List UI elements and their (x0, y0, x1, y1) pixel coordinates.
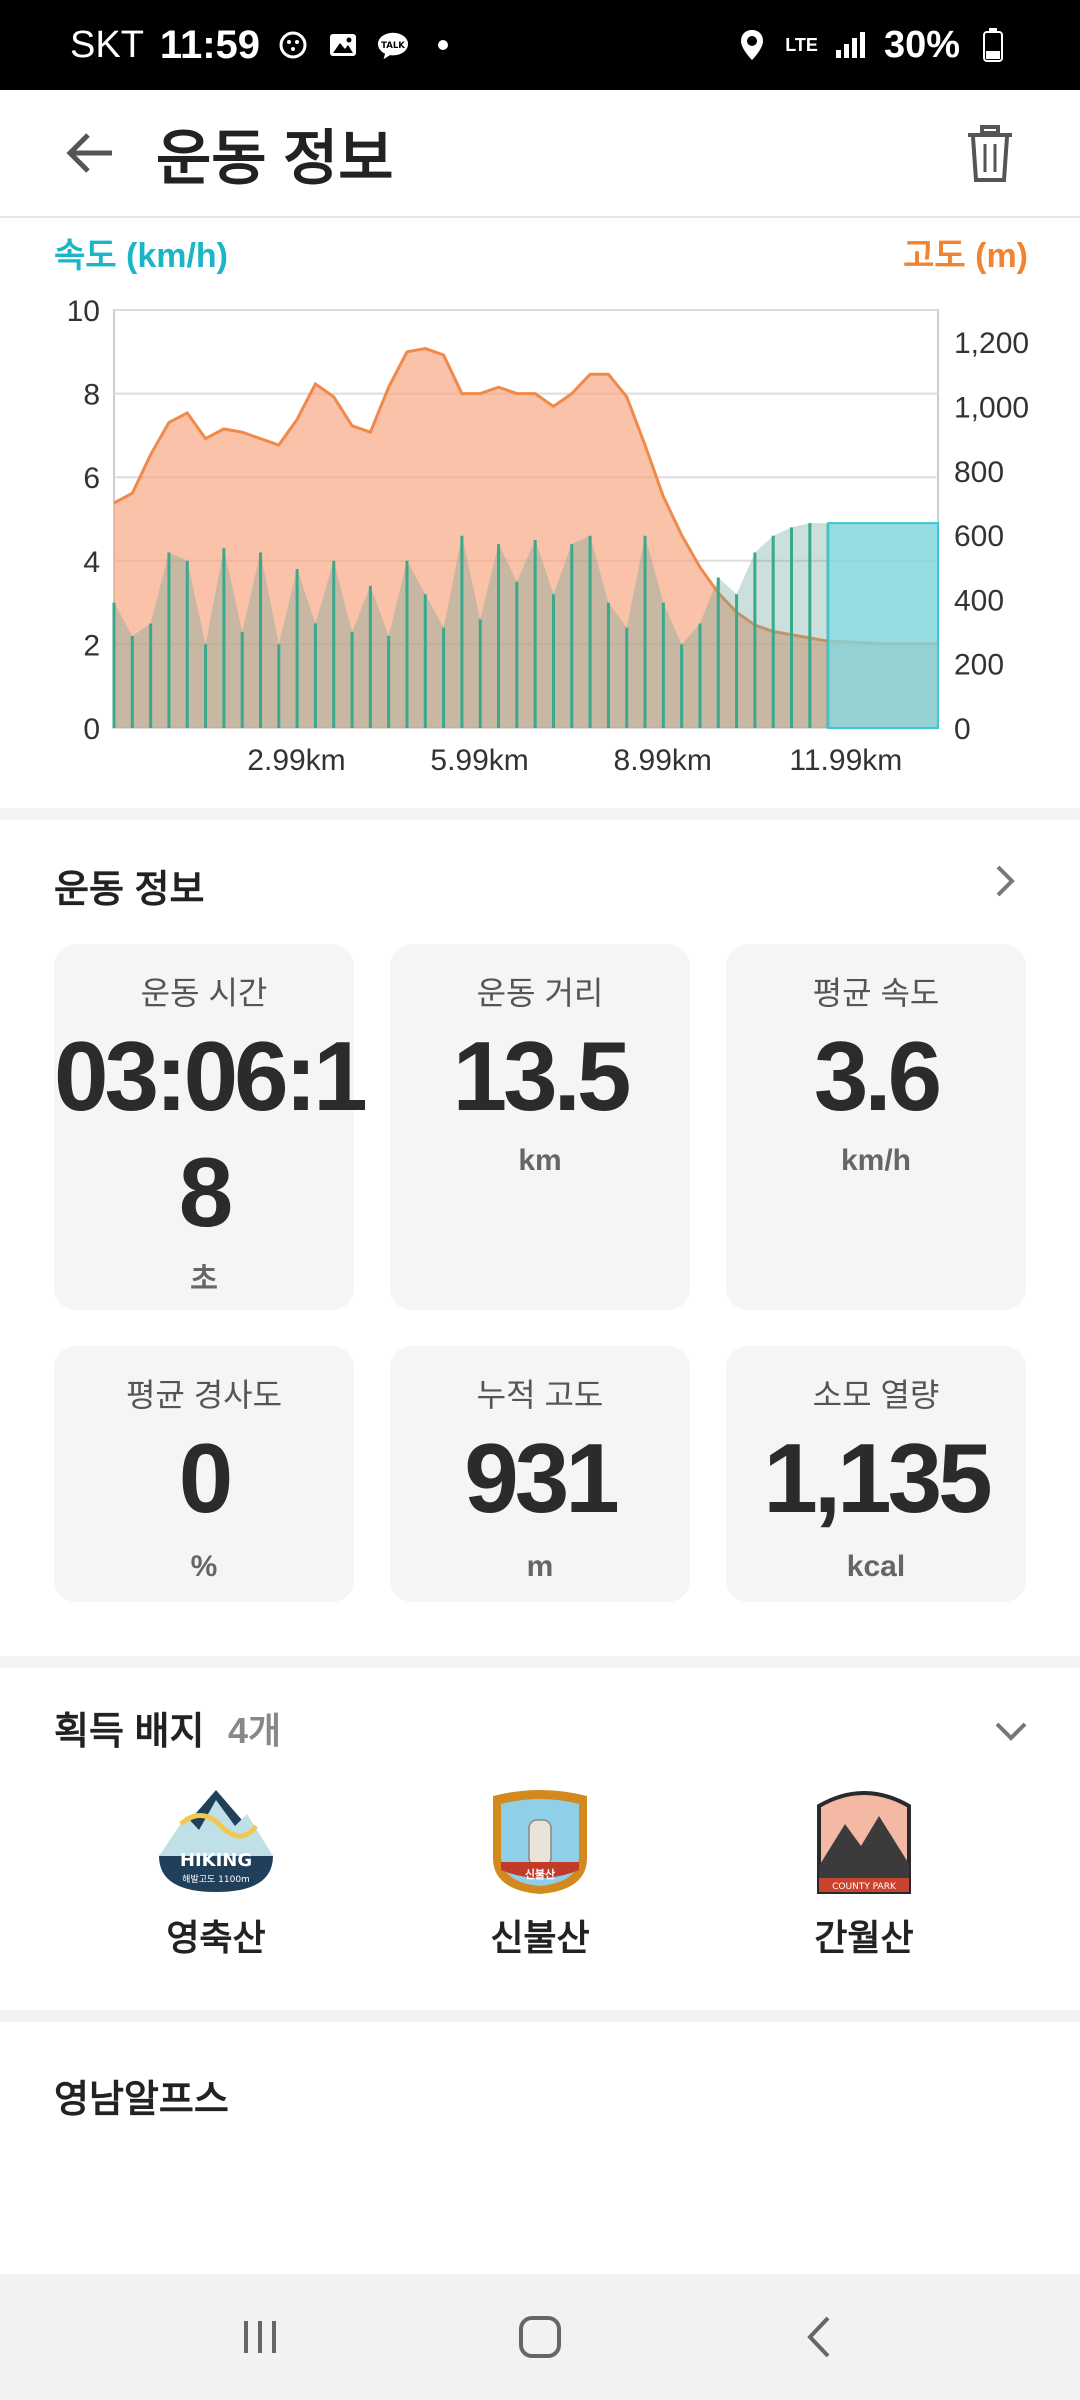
altitude-tick-label: 1,200 (954, 327, 1029, 360)
recent-apps-button[interactable] (215, 2292, 305, 2382)
stat-card-duration: 운동 시간 03:06:1 8 초 (54, 944, 368, 1310)
stat-label: 운동 거리 (476, 975, 604, 1011)
section-divider (0, 808, 1080, 820)
stat-label: 평균 속도 (812, 975, 940, 1011)
stat-unit: kcal (846, 1550, 906, 1583)
distance-tick-label: 11.99km (789, 744, 902, 777)
stat-card-elevation-gain: 누적 고도 931 m (390, 1346, 690, 1602)
altitude-tick-label: 1,000 (954, 391, 1029, 424)
stat-unit: km/h (840, 1144, 912, 1177)
back-button[interactable] (40, 103, 140, 203)
speed-tick-label: 8 (83, 379, 100, 412)
stat-label: 소모 열량 (812, 1377, 940, 1413)
svg-text:HIKING: HIKING (180, 1850, 252, 1871)
badges-count: 4개 (228, 1710, 282, 1751)
svg-text:COUNTY PARK: COUNTY PARK (832, 1882, 897, 1892)
battery-percent: 30% (883, 23, 960, 66)
recent-apps-icon (244, 2321, 276, 2353)
clock: 11:59 (159, 22, 261, 67)
speed-tick-label: 6 (83, 462, 100, 495)
back-nav-button[interactable] (775, 2292, 865, 2382)
stat-value: 03:06:1 8 (54, 1018, 368, 1250)
distance-tick-label: 8.99km (614, 744, 712, 777)
stat-unit: % (190, 1550, 218, 1583)
section-title-text: 운동 정보 (54, 869, 205, 911)
stat-value-line1: 03:06:1 (54, 1021, 368, 1131)
speed-altitude-chart: 0 2 4 6 8 10 0 200 400 600 800 1,000 1,200 2.99km 5.99… (67, 295, 1029, 777)
stat-value-line2: 8 (178, 1137, 234, 1247)
section-divider (0, 1656, 1080, 1668)
badge-name: 영축산 (166, 1917, 266, 1958)
back-chevron-icon (807, 2316, 830, 2358)
activity-icon (276, 28, 310, 62)
speed-recent-area (827, 522, 939, 729)
status-left: SKT 11:59 TALK (70, 23, 460, 68)
altitude-tick-label: 800 (954, 456, 1004, 489)
notification-dot-icon (426, 28, 460, 62)
badges-expand-button[interactable] (986, 1706, 1036, 1756)
altitude-tick-label: 200 (954, 649, 1004, 682)
svg-text:TALK: TALK (381, 41, 405, 51)
home-icon (519, 2316, 561, 2358)
distance-tick-label: 2.99km (247, 744, 345, 777)
battery-icon (976, 28, 1010, 62)
stat-unit: km (518, 1144, 562, 1177)
stat-card-calories: 소모 열량 1,135 kcal (726, 1346, 1026, 1602)
chevron-right-icon (996, 865, 1015, 897)
speed-tick-label: 0 (83, 713, 100, 746)
section-title-workout: 운동 정보 (54, 858, 204, 913)
back-arrow-icon (66, 133, 112, 173)
badge-name: 신불산 (490, 1917, 590, 1958)
badge-county-park-icon: COUNTY PARK (817, 1791, 911, 1894)
gallery-icon (326, 28, 360, 62)
chart-section: 속도 (km/h) 고도 (m) 0 2 4 6 8 10 0 200 400 600 800 1,0… (0, 220, 1080, 810)
section-divider (0, 2010, 1080, 2022)
altitude-tick-label: 400 (954, 584, 1004, 617)
stat-label: 평균 경사도 (125, 1377, 283, 1413)
svg-text:해발고도 1100m: 해발고도 1100m (182, 1874, 250, 1885)
signal-icon (834, 28, 868, 62)
system-nav-bar (0, 2274, 1080, 2400)
status-right: LTE 30% (735, 24, 1010, 67)
distance-tick-label: 5.99km (430, 744, 528, 777)
talk-icon: TALK (376, 28, 410, 62)
badge-hiking-icon: HIKING 해발고도 1100m (159, 1790, 273, 1892)
stat-value: 3.6 (813, 1021, 942, 1131)
badge-name: 간월산 (814, 1917, 914, 1958)
stat-card-distance: 운동 거리 13.5 km (390, 944, 690, 1310)
altitude-tick-label: 0 (954, 713, 971, 746)
trash-icon (968, 125, 1012, 182)
speed-tick-label: 4 (83, 546, 100, 579)
badges-title: 획득 배지 (54, 1711, 205, 1753)
altitude-tick-label: 600 (954, 520, 1004, 553)
app-bar: 운동 정보 (0, 90, 1080, 218)
stat-label: 누적 고도 (476, 1377, 604, 1413)
delete-button[interactable] (940, 104, 1040, 204)
home-button[interactable] (495, 2292, 585, 2382)
carrier-label: SKT (70, 23, 144, 66)
stat-card-avg-speed: 평균 속도 3.6 km/h (726, 944, 1026, 1310)
chevron-down-icon (995, 1722, 1027, 1741)
stat-value: 1,135 (763, 1423, 992, 1533)
stat-value: 0 (178, 1423, 234, 1533)
badge-item[interactable]: COUNTY PARK 간월산 (764, 1786, 964, 1961)
status-bar: SKT 11:59 TALK LTE 30% (0, 0, 1080, 90)
stat-value: 931 (464, 1423, 620, 1533)
stat-value: 13.5 (452, 1021, 632, 1131)
network-type: LTE (785, 35, 818, 55)
workout-detail-button[interactable] (980, 856, 1030, 906)
svg-text:신불산: 신불산 (525, 1867, 555, 1881)
stat-label: 운동 시간 (140, 975, 268, 1011)
badge-item[interactable]: 신불산 신불산 (440, 1786, 640, 1961)
badge-item[interactable]: HIKING 해발고도 1100m 영축산 (116, 1786, 316, 1961)
stat-unit: m (526, 1550, 554, 1583)
speed-tick-label: 2 (83, 629, 100, 662)
badge-mountain-seal-icon: 신불산 (493, 1790, 587, 1894)
stat-card-avg-slope: 평균 경사도 0 % (54, 1346, 354, 1602)
region-title: 영남알프스 (54, 2079, 229, 2121)
speed-tick-label: 10 (67, 295, 100, 328)
stat-unit: 초 (190, 1263, 218, 1296)
page-title: 운동 정보 (156, 124, 394, 192)
location-icon (735, 28, 769, 62)
